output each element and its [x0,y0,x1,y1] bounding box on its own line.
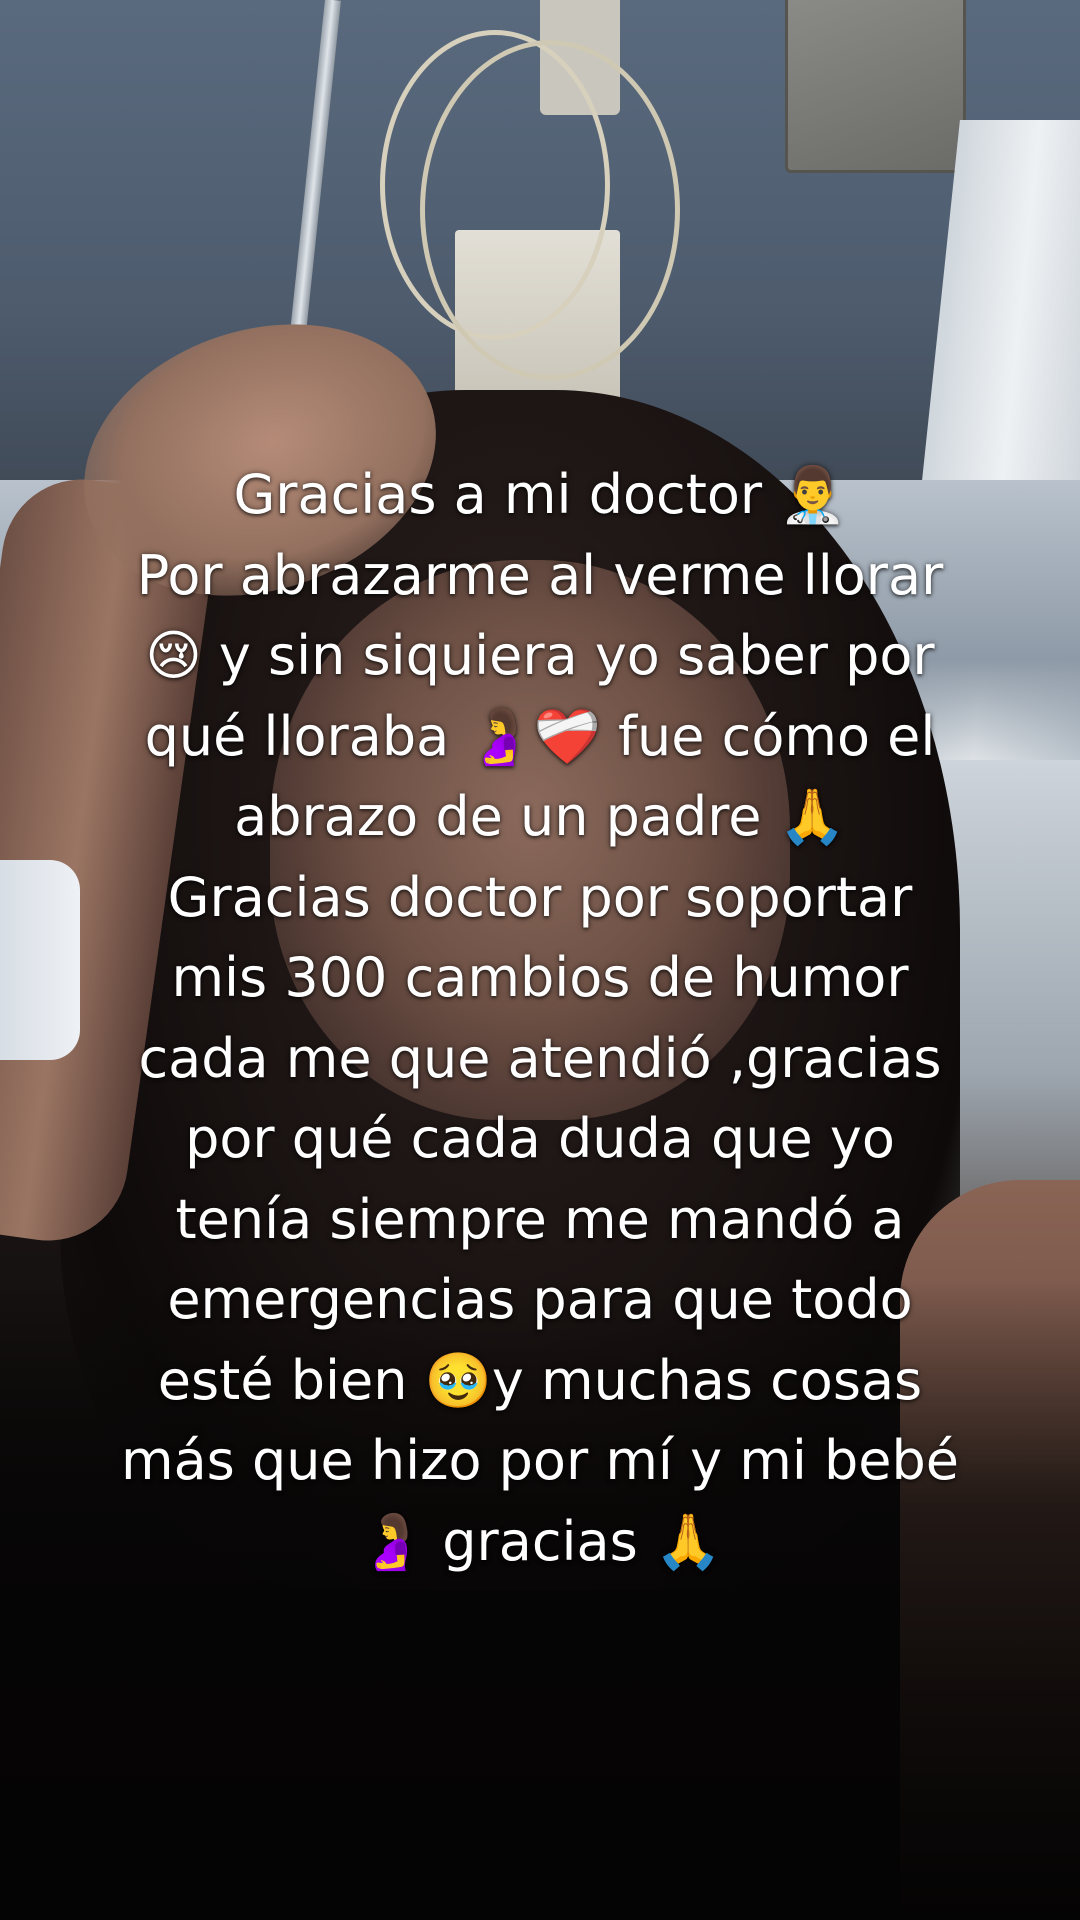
caption-line: por qué cada duda que yo [185,1107,895,1170]
caption-line: Gracias doctor por soportar [167,865,913,929]
caption-line: qué lloraba 🤰❤️‍🩹 fue cómo el [144,704,936,768]
caption-line: 😢 y sin siquiera yo saber por [145,624,935,687]
caption-line: esté bien 🥹y muchas cosas [157,1348,923,1412]
caption-line: tenía siempre me mandó a [175,1187,905,1251]
caption-overlay: Gracias a mi doctor 👨‍⚕️ Por abrazarme a… [40,455,1040,1582]
wall-plate [785,0,966,173]
caption-line: abrazo de un padre 🙏 [234,785,846,848]
caption-line: Gracias a mi doctor 👨‍⚕️ [233,463,847,526]
caption-line: cada me que atendió ,gracias [138,1026,942,1090]
video-frame[interactable]: Gracias a mi doctor 👨‍⚕️ Por abrazarme a… [0,0,1080,1920]
caption-line: más que hizo por mí y mi bebé [120,1429,959,1492]
caption-line: emergencias para que todo [167,1268,913,1331]
caption-line: mis 300 cambios de humor [171,946,909,1009]
caption-line: 🤰 gracias 🙏 [357,1509,723,1573]
caption-line: Por abrazarme al verme llorar [136,543,944,607]
coiled-cable-inner [420,40,680,380]
